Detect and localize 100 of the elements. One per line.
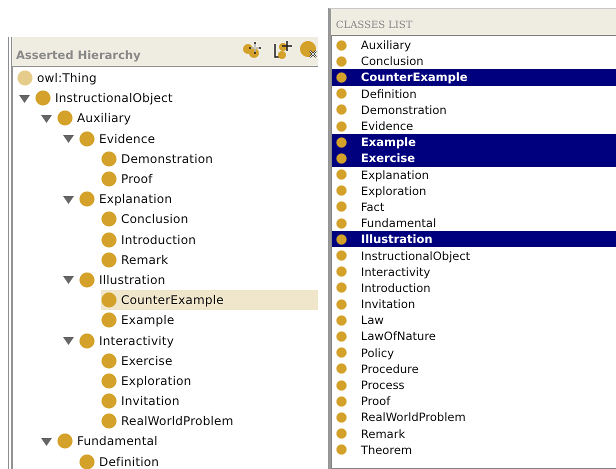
- expanded-arrow-icon[interactable]: [40, 112, 52, 124]
- tree-item[interactable]: Evidence: [79, 128, 318, 149]
- tree-item[interactable]: Proof: [101, 169, 318, 190]
- circle-icon: [101, 232, 117, 248]
- circle-icon: [101, 150, 117, 167]
- circle-icon: [336, 266, 347, 278]
- circle-icon: [336, 330, 347, 342]
- circle-icon: [336, 396, 347, 407]
- circle-icon: [79, 332, 95, 349]
- class-list-item[interactable]: Exploration: [332, 182, 616, 199]
- circle-icon: [336, 298, 347, 310]
- circle-icon: [101, 211, 117, 228]
- circle-icon: [336, 169, 347, 180]
- class-list-item[interactable]: Auxiliary: [332, 37, 616, 54]
- circle-icon: [336, 347, 347, 358]
- tree-item[interactable]: Remark: [101, 250, 318, 270]
- bullets-plus-icon[interactable]: [242, 41, 264, 59]
- circle-icon: [336, 412, 347, 423]
- class-list-item[interactable]: Exercise: [332, 150, 616, 166]
- class-list-item[interactable]: Procedure: [332, 360, 616, 377]
- circle-icon: [79, 130, 95, 147]
- tree-item[interactable]: Exercise: [101, 350, 318, 371]
- expanded-arrow-icon[interactable]: [62, 274, 74, 286]
- circle-icon: [101, 312, 117, 328]
- class-list-item[interactable]: Definition: [332, 86, 616, 102]
- class-list-item[interactable]: Conclusion: [332, 53, 616, 70]
- class-list-item[interactable]: RealWorldProblem: [332, 409, 616, 426]
- tree-item[interactable]: Introduction: [101, 230, 318, 250]
- circle-icon: [57, 110, 73, 126]
- circle-icon: [336, 444, 347, 456]
- circle-icon: [336, 72, 347, 83]
- circle-icon: [79, 191, 95, 208]
- tree-item[interactable]: Fundamental: [57, 431, 318, 452]
- expanded-arrow-icon[interactable]: [40, 436, 52, 447]
- tree-item[interactable]: Example: [101, 310, 318, 330]
- expanded-arrow-icon[interactable]: [18, 92, 30, 104]
- circle-icon: [336, 120, 347, 132]
- expanded-arrow-icon[interactable]: [62, 335, 74, 346]
- circle-icon: [336, 201, 347, 212]
- circle-icon: [336, 40, 347, 51]
- circle-icon: [336, 282, 347, 294]
- tree-item[interactable]: Illustration: [79, 270, 318, 290]
- circle-icon: [79, 272, 95, 288]
- circle-icon: [101, 393, 117, 410]
- circle-icon: [336, 152, 347, 164]
- tree-item[interactable]: owl:Thing: [17, 68, 318, 88]
- tree-item[interactable]: Explanation: [79, 189, 318, 210]
- circle-icon: [336, 104, 347, 116]
- circle-icon: [101, 413, 117, 430]
- circle-icon: [336, 88, 347, 100]
- panel-title: Asserted Hierarchy: [16, 48, 141, 62]
- class-list-item[interactable]: LawOfNature: [332, 328, 616, 345]
- circle-icon: [101, 252, 117, 268]
- tree-item[interactable]: Auxiliary: [57, 108, 318, 128]
- tree-item[interactable]: CounterExample: [101, 290, 318, 310]
- bullet-tree-icon[interactable]: [272, 40, 292, 60]
- tree-item[interactable]: Conclusion: [101, 209, 318, 230]
- class-list-item[interactable]: CounterExample: [332, 69, 616, 86]
- circle-icon: [336, 56, 347, 67]
- class-list-item[interactable]: Fundamental: [332, 215, 616, 232]
- circle-icon: [336, 363, 347, 374]
- class-list-item[interactable]: Fact: [332, 198, 616, 216]
- class-list-item[interactable]: Law: [332, 312, 616, 328]
- circle-icon: [336, 218, 347, 229]
- class-list-item[interactable]: Interactivity: [332, 264, 616, 280]
- class-list-item[interactable]: Explanation: [332, 166, 616, 183]
- class-list-item[interactable]: Example: [332, 134, 616, 150]
- circle-icon: [336, 185, 347, 196]
- circle-icon: [101, 372, 117, 389]
- class-list-item[interactable]: InstructionalObject: [332, 247, 616, 264]
- class-list-item[interactable]: Remark: [332, 426, 616, 442]
- expanded-arrow-icon[interactable]: [62, 194, 74, 205]
- class-list-item[interactable]: Evidence: [332, 118, 616, 134]
- class-list-item[interactable]: Process: [332, 376, 616, 394]
- class-list-item[interactable]: Policy: [332, 344, 616, 361]
- circle-icon: [336, 380, 347, 391]
- bullet-cross-icon[interactable]: [300, 40, 318, 60]
- class-list-item[interactable]: Demonstration: [332, 102, 616, 118]
- circle-icon: [17, 70, 33, 86]
- circle-icon: [336, 250, 347, 262]
- class-list-item[interactable]: Illustration: [332, 231, 616, 248]
- tree-item[interactable]: Demonstration: [101, 148, 318, 169]
- class-list-item[interactable]: Theorem: [332, 442, 616, 458]
- circle-icon: [35, 90, 51, 106]
- class-list-item[interactable]: Introduction: [332, 280, 616, 296]
- panel-title: CLASSES LIST: [334, 19, 414, 33]
- circle-icon: [336, 234, 347, 245]
- tree-item[interactable]: Invitation: [101, 391, 318, 412]
- circle-icon: [101, 352, 117, 369]
- tree-item[interactable]: Definition: [79, 452, 318, 469]
- expanded-arrow-icon[interactable]: [62, 133, 74, 144]
- class-list-item[interactable]: Invitation: [332, 296, 616, 312]
- class-list-item[interactable]: Proof: [332, 393, 616, 410]
- circle-icon: [57, 433, 73, 450]
- circle-icon: [336, 428, 347, 440]
- tree-item[interactable]: InstructionalObject: [35, 88, 318, 108]
- tree-item[interactable]: Interactivity: [79, 330, 318, 351]
- circle-icon: [101, 292, 117, 308]
- tree-item[interactable]: Exploration: [101, 370, 318, 391]
- tree-item[interactable]: RealWorldProblem: [101, 411, 318, 432]
